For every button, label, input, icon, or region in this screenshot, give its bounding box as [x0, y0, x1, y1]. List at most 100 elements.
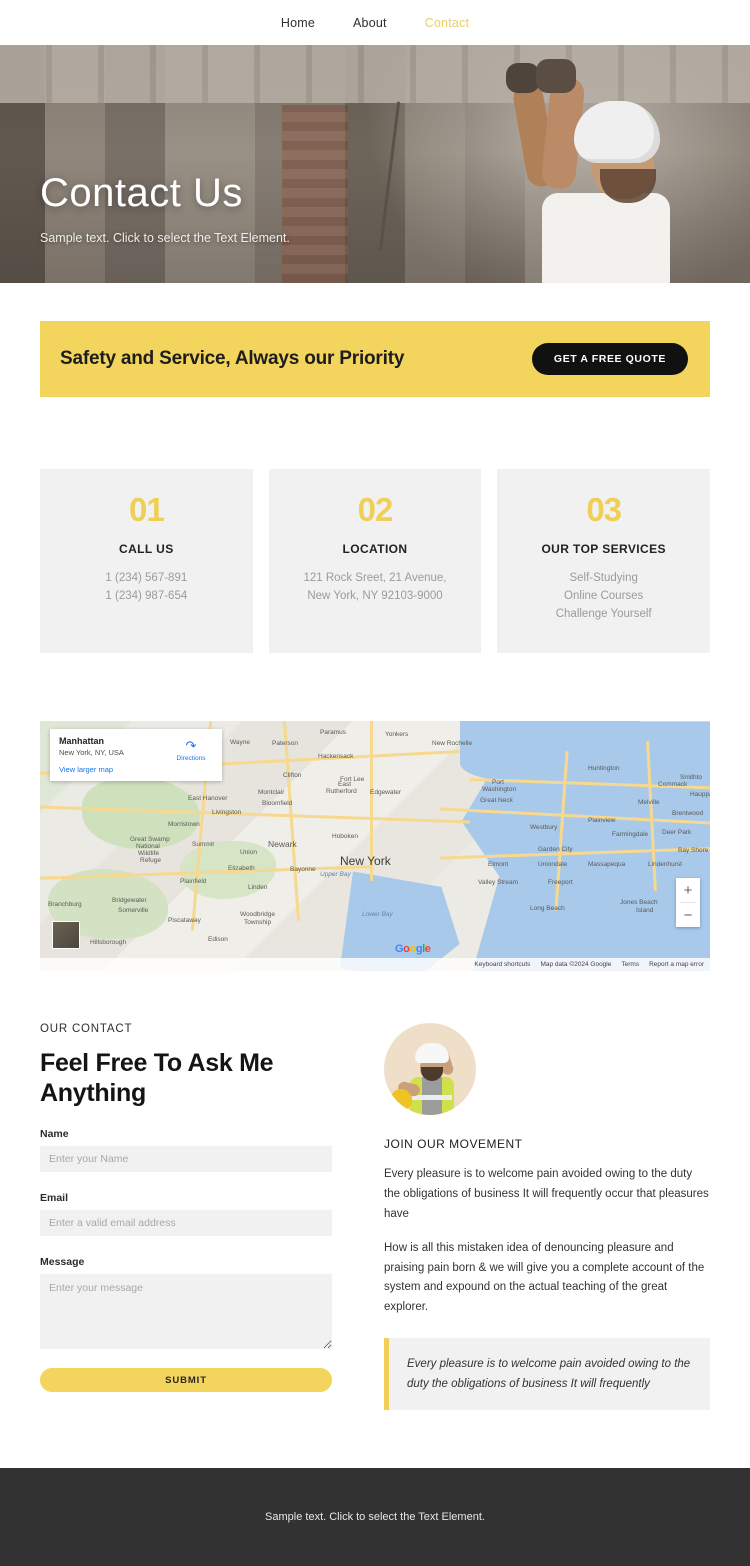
message-label: Message	[40, 1256, 85, 1269]
map-place-label: New Rochelle	[432, 740, 473, 748]
map-place-label: Yonkers	[385, 731, 409, 739]
card-lines: 121 Rock Sreet, 21 Avenue, New York, NY …	[283, 570, 468, 606]
map-place-label: Deer Park	[662, 829, 692, 837]
map-attribution-bar: Keyboard shortcuts Map data ©2024 Google…	[40, 958, 710, 972]
avatar	[384, 1023, 476, 1116]
map-place-label: Morristown	[168, 821, 200, 829]
card-line: Online Courses	[564, 589, 644, 602]
join-our-movement-title: JOIN OUR MOVEMENT	[384, 1137, 523, 1152]
nav-item-home[interactable]: Home	[281, 16, 315, 30]
map-place-label: Hillsborough	[90, 939, 127, 947]
card-number: 02	[357, 491, 394, 528]
map-place-label: Paramus	[320, 729, 347, 737]
terms-link[interactable]: Terms	[621, 961, 639, 968]
map-place-label: Elizabeth	[228, 865, 255, 873]
map-place-label: Westbury	[530, 824, 558, 832]
contact-heading: Feel Free To Ask Me Anything	[40, 1049, 274, 1108]
info-card-our-top-services: 03 OUR TOP SERVICES Self-Studying Online…	[497, 469, 711, 654]
map-place-label: Plainfield	[180, 878, 207, 886]
contact-form-column: OUR CONTACT Feel Free To Ask Me Anything…	[40, 1023, 332, 1410]
map-directions-button[interactable]: ↷ Directions	[169, 739, 213, 762]
map-place-label: Hoboken	[332, 833, 359, 841]
card-line: 1 (234) 567-891	[105, 572, 188, 584]
map-place-label: Bridgewater	[112, 897, 147, 905]
card-number: 03	[586, 491, 622, 528]
contact-paragraph-2: How is all this mistaken idea of denounc…	[384, 1241, 705, 1314]
message-textarea[interactable]	[40, 1274, 332, 1350]
map-info-card[interactable]: Manhattan New York, NY, USA View larger …	[50, 729, 222, 782]
map-place-label: Huntington	[588, 765, 620, 773]
map-place-label: Wildlife	[138, 850, 159, 858]
submit-button[interactable]: SUBMIT	[40, 1368, 332, 1393]
google-logo: Google	[395, 943, 431, 956]
email-label: Email	[40, 1192, 69, 1205]
street-view-thumbnail[interactable]	[52, 921, 80, 950]
card-line: Self-Studying	[569, 572, 638, 584]
map-place-label: Island	[636, 907, 654, 915]
card-title: CALL US	[119, 542, 174, 556]
map-place-label: Piscataway	[168, 917, 201, 925]
card-title: LOCATION	[342, 542, 408, 556]
contact-eyebrow: OUR CONTACT	[40, 1023, 133, 1036]
cta-section: Safety and Service, Always our Priority …	[0, 283, 750, 397]
hero-subtitle: Sample text. Click to select the Text El…	[40, 231, 290, 245]
view-larger-map-link[interactable]: View larger map	[59, 765, 213, 774]
report-map-error-link[interactable]: Report a map error	[649, 961, 704, 968]
contact-blockquote: Every pleasure is to welcome pain avoide…	[384, 1337, 710, 1411]
nav-item-about[interactable]: About	[353, 16, 387, 30]
map-place-label: Great Neck	[480, 797, 513, 805]
top-navigation: Home About Contact	[0, 0, 750, 45]
card-lines: 1 (234) 567-891 1 (234) 987-654	[54, 570, 239, 606]
map-place-label: Edison	[208, 936, 228, 944]
map-place-label: Paterson	[272, 740, 299, 748]
map-zoom-controls[interactable]: + −	[676, 878, 700, 928]
keyboard-shortcuts-link[interactable]: Keyboard shortcuts	[474, 961, 530, 968]
card-line: New York, NY 92103-9000	[307, 589, 443, 602]
cta-banner: Safety and Service, Always our Priority …	[40, 321, 710, 397]
map-place-label: Brentwood	[672, 810, 704, 818]
page-footer: Sample text. Click to select the Text El…	[0, 1468, 750, 1566]
map-place-label: Refuge	[140, 857, 161, 865]
map-place-label: Rutherford	[326, 788, 357, 796]
google-map[interactable]: New York Newark Yonkers Paramus New Rochelle…	[40, 721, 710, 972]
map-place-label: Union	[240, 849, 257, 857]
page-title: Contact Us	[40, 171, 243, 215]
map-place-label: Massapequa	[588, 861, 626, 869]
map-place-label: Woodbridge	[240, 911, 275, 919]
hero-worker-figure	[486, 53, 676, 283]
contact-paragraph-1: Every pleasure is to welcome pain avoide…	[384, 1168, 709, 1220]
map-place-label: Great Swamp	[130, 836, 170, 844]
card-title: OUR TOP SERVICES	[541, 542, 666, 556]
map-place-label: Upper Bay	[320, 871, 351, 879]
map-place-label: Long Beach	[530, 905, 565, 913]
map-place-label: Bloomfield	[262, 800, 293, 808]
map-place-label: Branchburg	[48, 901, 82, 909]
hero-brick-detail	[282, 105, 348, 283]
email-input[interactable]	[40, 1210, 332, 1237]
map-place-label: Smithto	[680, 774, 703, 782]
map-place-label: Montclair	[258, 789, 285, 797]
map-place-label: East Hanover	[188, 795, 228, 803]
card-number: 01	[128, 491, 165, 528]
card-line: 1 (234) 987-654	[105, 589, 188, 602]
card-line: 121 Rock Sreet, 21 Avenue,	[303, 572, 447, 584]
map-zoom-out-button[interactable]: −	[676, 903, 700, 927]
map-section: New York Newark Yonkers Paramus New Rochelle…	[0, 653, 750, 972]
map-place-label: Somerville	[118, 907, 149, 915]
map-place-label: Bayonne	[290, 866, 316, 874]
map-place-label: Township	[244, 919, 272, 927]
map-place-label: New York	[340, 854, 391, 869]
map-place-label: Uniondale	[538, 861, 568, 869]
get-a-free-quote-button[interactable]: GET A FREE QUOTE	[531, 343, 688, 375]
nav-item-contact[interactable]: Contact	[425, 16, 469, 30]
map-place-label: Newark	[268, 839, 297, 850]
map-place-label: Wayne	[230, 739, 250, 747]
map-zoom-in-button[interactable]: +	[676, 878, 700, 902]
map-place-label: National	[136, 843, 160, 851]
name-label: Name	[40, 1128, 69, 1141]
card-lines: Self-Studying Online Courses Challenge Y…	[511, 570, 696, 623]
name-input[interactable]	[40, 1146, 332, 1173]
footer-text: Sample text. Click to select the Text El…	[265, 1511, 485, 1524]
map-place-label: Lower Bay	[362, 911, 393, 919]
map-place-label: Hackensack	[318, 753, 354, 761]
